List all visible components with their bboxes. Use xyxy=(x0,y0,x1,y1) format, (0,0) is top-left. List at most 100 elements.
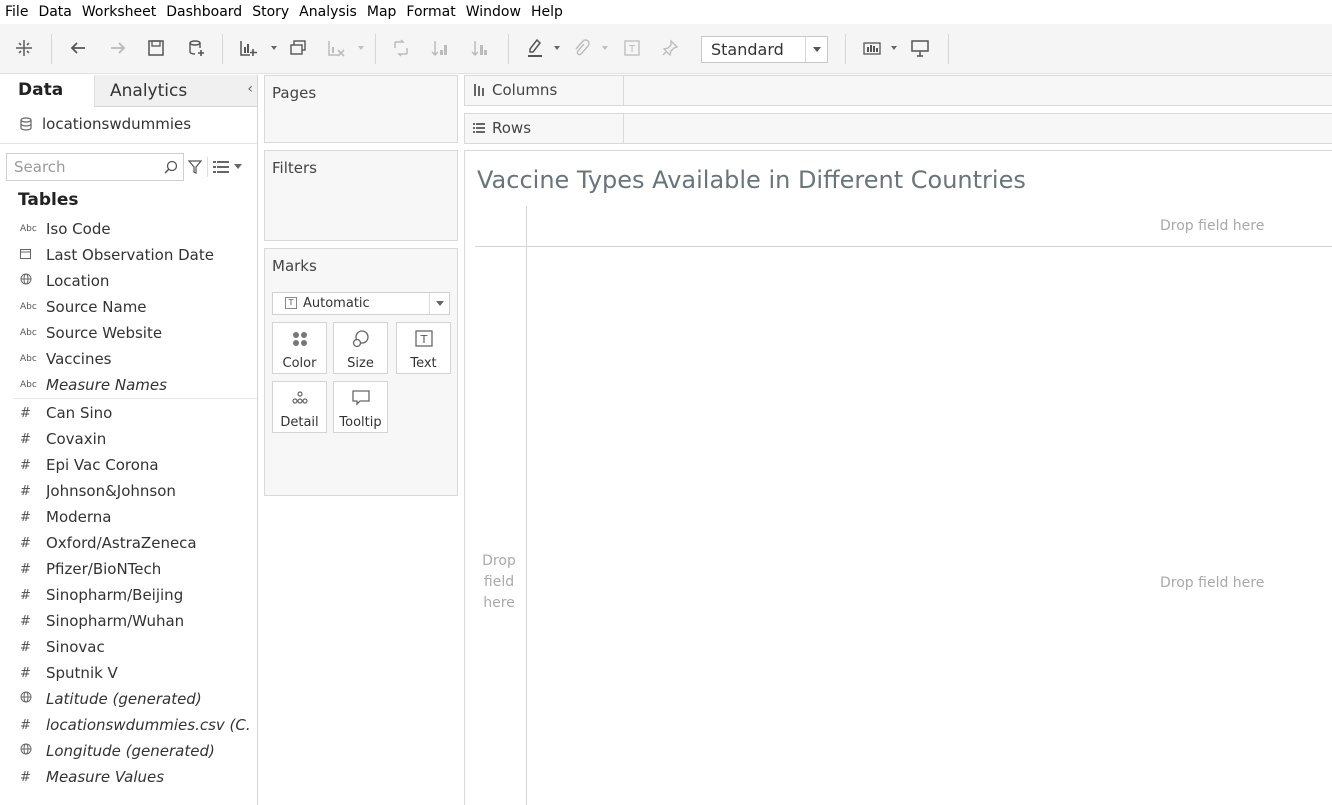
group-members-dropdown-icon[interactable] xyxy=(601,44,609,52)
highlight-dropdown-icon[interactable] xyxy=(553,44,561,52)
field-source-name[interactable]: Abc Source Name xyxy=(0,294,257,320)
undo-icon[interactable] xyxy=(67,36,89,60)
tab-data[interactable]: Data xyxy=(0,75,94,107)
text-icon: T xyxy=(415,330,433,347)
field-sputnik-v[interactable]: # Sputnik V xyxy=(0,660,257,686)
string-type-icon: Abc xyxy=(20,328,37,338)
rows-label: Rows xyxy=(465,114,624,143)
field-moderna[interactable]: # Moderna xyxy=(0,504,257,530)
sort-descending-icon[interactable] xyxy=(469,36,491,60)
field-source-website[interactable]: Abc Source Website xyxy=(0,320,257,346)
worksheet-title[interactable]: Vaccine Types Available in Different Cou… xyxy=(477,166,1026,194)
pages-shelf[interactable]: Pages xyxy=(264,75,458,143)
menu-worksheet[interactable]: Worksheet xyxy=(77,0,161,24)
field-sinopharm-beijing[interactable]: # Sinopharm/Beijing xyxy=(0,582,257,608)
show-me-icon[interactable] xyxy=(861,36,883,60)
field-measure-values[interactable]: # Measure Values xyxy=(0,764,257,790)
menu-bar: File Data Worksheet Dashboard Story Anal… xyxy=(0,0,1332,24)
field-sinovac[interactable]: # Sinovac xyxy=(0,634,257,660)
text-button[interactable]: T Text xyxy=(396,322,451,374)
highlight-icon[interactable] xyxy=(524,36,546,60)
columns-shelf[interactable]: Columns xyxy=(464,75,1332,106)
fit-select[interactable]: Standard xyxy=(701,36,828,63)
list-view-icon[interactable] xyxy=(213,160,229,174)
field-name: Epi Vac Corona xyxy=(46,456,159,474)
mark-type-select[interactable]: T Automatic xyxy=(272,292,450,315)
field-name: Moderna xyxy=(46,508,112,526)
menu-analysis[interactable]: Analysis xyxy=(294,0,362,24)
datasource-item[interactable]: locationswdummies xyxy=(18,115,191,133)
group-members-icon[interactable] xyxy=(570,36,592,60)
show-mark-labels-icon[interactable]: T xyxy=(621,36,643,60)
fix-axes-icon[interactable] xyxy=(659,36,681,60)
menu-window[interactable]: Window xyxy=(461,0,526,24)
search-icon[interactable] xyxy=(163,159,179,175)
new-worksheet-dropdown-icon[interactable] xyxy=(270,44,278,52)
number-type-icon: # xyxy=(20,457,31,473)
svg-text:T: T xyxy=(420,333,428,346)
save-icon[interactable] xyxy=(145,36,167,60)
row-header-divider xyxy=(526,206,527,805)
tooltip-icon xyxy=(352,390,370,406)
drop-zone-rows-line: here xyxy=(483,595,515,611)
drop-zone-rows[interactable]: Drop field here xyxy=(479,551,519,614)
field-name: Location xyxy=(46,272,110,290)
field-iso-code[interactable]: Abc Iso Code xyxy=(0,216,257,242)
view-options-dropdown-icon[interactable] xyxy=(234,164,242,169)
size-button[interactable]: Size xyxy=(333,322,388,374)
rows-shelf[interactable]: Rows xyxy=(464,113,1332,144)
field-pfizer-biontech[interactable]: # Pfizer/BioNTech xyxy=(0,556,257,582)
color-button[interactable]: Color xyxy=(272,322,327,374)
clear-sheet-icon[interactable] xyxy=(325,36,347,60)
field-name: Oxford/AstraZeneca xyxy=(46,534,197,552)
field-sinopharm-wuhan[interactable]: # Sinopharm/Wuhan xyxy=(0,608,257,634)
field-record-count[interactable]: # locationswdummies.csv (C... xyxy=(0,712,257,738)
field-vaccines[interactable]: Abc Vaccines xyxy=(0,346,257,372)
field-last-observation-date[interactable]: Last Observation Date xyxy=(0,242,257,268)
field-latitude-generated[interactable]: Latitude (generated) xyxy=(0,686,257,712)
field-name: locationswdummies.csv (C... xyxy=(46,716,251,734)
field-oxford-astrazeneca[interactable]: # Oxford/AstraZeneca xyxy=(0,530,257,556)
field-name: Sinopharm/Beijing xyxy=(46,586,184,604)
menu-format[interactable]: Format xyxy=(401,0,460,24)
field-name: Longitude (generated) xyxy=(46,742,215,760)
menu-data[interactable]: Data xyxy=(33,0,76,24)
detail-button[interactable]: Detail xyxy=(272,381,327,433)
duplicate-sheet-icon[interactable] xyxy=(287,36,309,60)
filter-icon[interactable] xyxy=(187,159,203,175)
tooltip-button[interactable]: Tooltip xyxy=(333,381,388,433)
field-can-sino[interactable]: # Can Sino xyxy=(0,400,257,426)
string-type-icon: Abc xyxy=(20,380,37,390)
collapse-pane-icon[interactable]: ‹ xyxy=(247,81,253,97)
tableau-logo-icon[interactable] xyxy=(13,36,35,60)
number-type-icon: # xyxy=(20,535,31,551)
tab-analytics-label: Analytics xyxy=(110,81,188,101)
redo-icon[interactable] xyxy=(107,36,129,60)
field-location[interactable]: Location xyxy=(0,268,257,294)
field-measure-names[interactable]: Abc Measure Names xyxy=(0,372,257,398)
swap-rows-columns-icon[interactable] xyxy=(390,36,412,60)
toolbar-separator xyxy=(375,34,376,64)
search-input[interactable] xyxy=(7,154,157,180)
drop-zone-columns[interactable]: Drop field here xyxy=(1160,218,1264,234)
field-epi-vac-corona[interactable]: # Epi Vac Corona xyxy=(0,452,257,478)
presentation-mode-icon[interactable] xyxy=(909,36,931,60)
menu-dashboard[interactable]: Dashboard xyxy=(161,0,247,24)
menu-help[interactable]: Help xyxy=(526,0,568,24)
field-covaxin[interactable]: # Covaxin xyxy=(0,426,257,452)
filters-shelf[interactable]: Filters xyxy=(264,150,458,241)
show-me-dropdown-icon[interactable] xyxy=(890,44,898,52)
field-johnson-johnson[interactable]: # Johnson&Johnson xyxy=(0,478,257,504)
menu-story[interactable]: Story xyxy=(247,0,294,24)
field-longitude-generated[interactable]: Longitude (generated) xyxy=(0,738,257,764)
tab-analytics[interactable]: Analytics ‹ xyxy=(94,75,257,107)
sort-ascending-icon[interactable] xyxy=(429,36,451,60)
datasource-name: locationswdummies xyxy=(42,115,192,133)
clear-sheet-dropdown-icon[interactable] xyxy=(357,44,365,52)
menu-file[interactable]: File xyxy=(0,0,33,24)
menu-map[interactable]: Map xyxy=(362,0,402,24)
new-worksheet-icon[interactable] xyxy=(237,36,259,60)
new-datasource-icon[interactable] xyxy=(185,36,207,60)
drop-zone-center[interactable]: Drop field here xyxy=(1160,575,1264,591)
field-name: Iso Code xyxy=(46,220,111,238)
